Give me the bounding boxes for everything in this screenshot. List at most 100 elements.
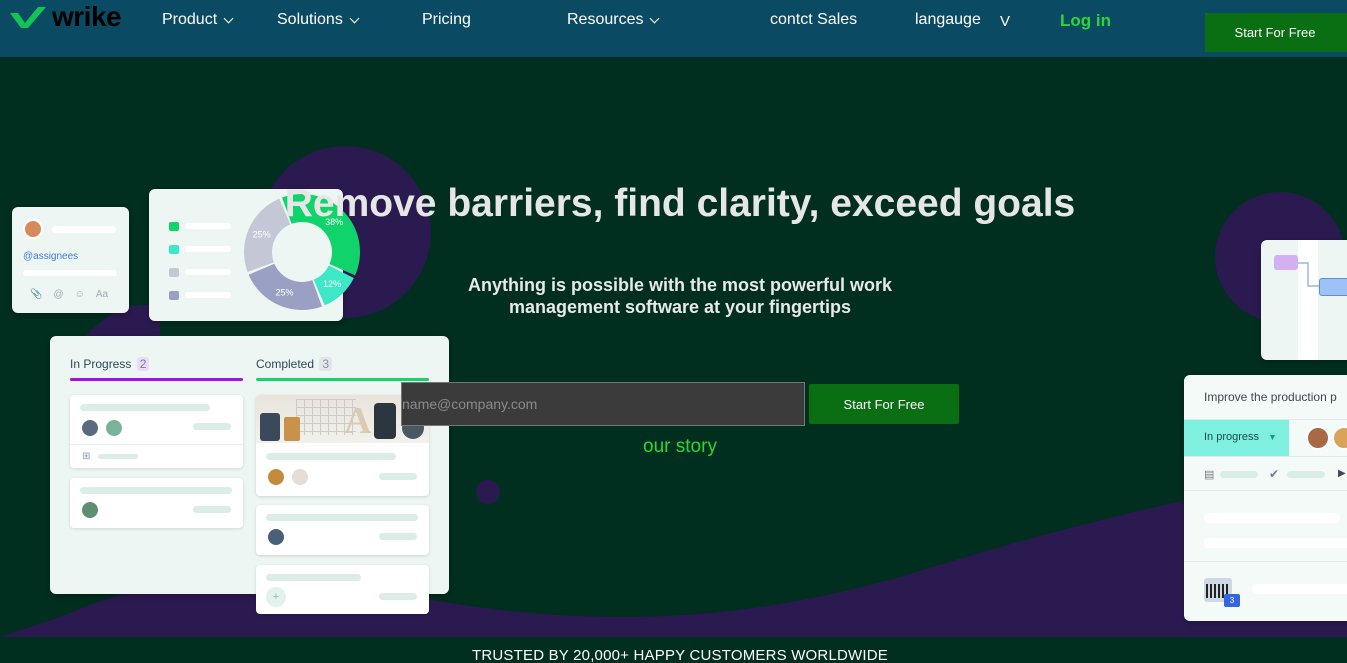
chevron-down-icon — [650, 13, 660, 23]
in-progress-heading: In Progress 2 — [70, 357, 150, 371]
placeholder-line — [193, 506, 231, 513]
nav-pricing[interactable]: Pricing — [422, 11, 471, 29]
placeholder-line — [379, 533, 417, 540]
paperclip-icon: 📎 — [30, 289, 43, 300]
workflow-lane — [1298, 240, 1318, 360]
divider — [70, 444, 243, 445]
nav-contact-label: contct Sales — [770, 11, 858, 28]
donut-label: 25% — [276, 287, 294, 297]
nav-contact-sales[interactable]: contct Sales — [770, 11, 857, 29]
placeholder-line — [266, 453, 396, 460]
nav-start-free-button[interactable]: Start For Free — [1205, 13, 1347, 52]
trusted-by-text: TRUSTED BY 20,000+ HAPPY CUSTOMERS WORLD… — [472, 647, 888, 663]
status-label: In progress — [1204, 431, 1260, 443]
legend-swatch — [169, 291, 179, 300]
in-progress-label: In Progress — [70, 357, 132, 371]
placeholder-line — [266, 574, 361, 581]
top-nav: wrike Product Solutions Pricing Resource… — [0, 0, 1347, 57]
placeholder-line — [1287, 471, 1325, 478]
placeholder-line — [80, 487, 232, 494]
smile-icon: ☺ — [74, 289, 85, 300]
placeholder-line — [379, 473, 417, 480]
task-title: Improve the production p — [1204, 390, 1337, 404]
attachment-thumbnail: 3 — [1204, 578, 1240, 607]
caret-down-icon: ▼ — [1268, 432, 1277, 442]
placeholder-line — [98, 454, 138, 459]
placeholder-line — [52, 226, 116, 233]
assignees-card: @assignees 📎 @ ☺ Aa — [12, 207, 129, 313]
placeholder-line — [185, 223, 231, 229]
placeholder-line — [80, 404, 210, 411]
completed-label: Completed — [256, 357, 315, 371]
chevron-down-icon — [223, 13, 234, 23]
avatar — [80, 418, 100, 438]
avatar — [80, 500, 100, 520]
placeholder-line — [193, 423, 231, 430]
placeholder-line — [185, 269, 231, 275]
status-dropdown: In progress ▼ — [1184, 420, 1289, 456]
task-card: + — [256, 565, 429, 614]
in-progress-underline — [70, 378, 243, 381]
placeholder-line — [1220, 471, 1258, 478]
hero-start-free-button[interactable]: Start For Free — [809, 384, 959, 424]
donut-label: 12% — [323, 279, 341, 289]
subheadline-line-1: Anything is possible with the most power… — [467, 275, 893, 295]
wrike-check-icon — [10, 7, 46, 28]
workflow-node — [1319, 278, 1347, 296]
comment-count-badge: 3 — [1224, 594, 1240, 607]
nav-product-label: Product — [162, 11, 218, 28]
legend-swatch — [169, 245, 179, 254]
our-story-link[interactable]: our story — [580, 436, 780, 458]
email-input[interactable] — [401, 382, 805, 426]
at-icon: @ — [53, 289, 64, 300]
avatar — [23, 219, 43, 239]
task-detail-card: Improve the production p In progress ▼ ▤… — [1184, 375, 1347, 621]
nav-language-label: langauge — [915, 11, 981, 28]
avatar — [290, 467, 310, 487]
placeholder-line — [185, 292, 231, 298]
nav-solutions[interactable]: Solutions — [277, 11, 360, 29]
hero-subheadline: Anything is possible with the most power… — [420, 274, 940, 318]
task-card — [70, 478, 243, 528]
add-assignee-icon: + — [266, 587, 286, 607]
placeholder-line — [1204, 538, 1347, 548]
placeholder-line — [1204, 513, 1340, 523]
in-progress-count: 2 — [136, 357, 150, 371]
avatar — [1306, 426, 1330, 450]
placeholder-line — [379, 593, 417, 600]
nav-product[interactable]: Product — [162, 11, 234, 29]
legend-swatch — [169, 268, 179, 277]
donut-label: 25% — [253, 230, 271, 240]
nav-resources[interactable]: Resources — [567, 11, 660, 29]
placeholder-line — [1252, 584, 1347, 594]
calendar-icon: ▤ — [1204, 469, 1215, 481]
placeholder-line — [185, 246, 231, 252]
brand-name: wrike — [52, 1, 122, 32]
chevron-down-icon — [349, 13, 360, 23]
avatar — [104, 418, 124, 438]
placeholder-line — [23, 270, 117, 276]
completed-underline — [256, 378, 429, 381]
language-caret[interactable]: V — [1000, 13, 1010, 30]
assignees-mention: @assignees — [23, 251, 79, 262]
avatar — [1332, 426, 1347, 450]
subtask-icon: ⊞ — [82, 451, 91, 462]
nav-pricing-label: Pricing — [422, 11, 471, 28]
placeholder-line — [266, 514, 418, 521]
task-card — [256, 505, 429, 555]
hero-headline: Remove barriers, find clarity, exceed go… — [284, 182, 1076, 225]
avatar — [266, 527, 286, 547]
login-link[interactable]: Log in — [1060, 11, 1111, 31]
comment-toolbar: 📎 @ ☺ Aa — [30, 289, 108, 300]
workflow-node — [1274, 255, 1298, 270]
wrike-logo[interactable]: wrike — [8, 1, 122, 32]
completed-count: 3 — [319, 357, 333, 371]
avatar — [266, 467, 286, 487]
completed-heading: Completed 3 — [256, 357, 333, 371]
nav-language[interactable]: langauge — [915, 11, 981, 29]
check-circle-icon: ✔ — [1269, 467, 1280, 481]
text-format-icon: Aa — [95, 289, 109, 300]
legend-swatch — [169, 222, 179, 231]
workflow-card — [1261, 240, 1347, 360]
subheadline-line-2: management software at your fingertips — [508, 297, 852, 317]
